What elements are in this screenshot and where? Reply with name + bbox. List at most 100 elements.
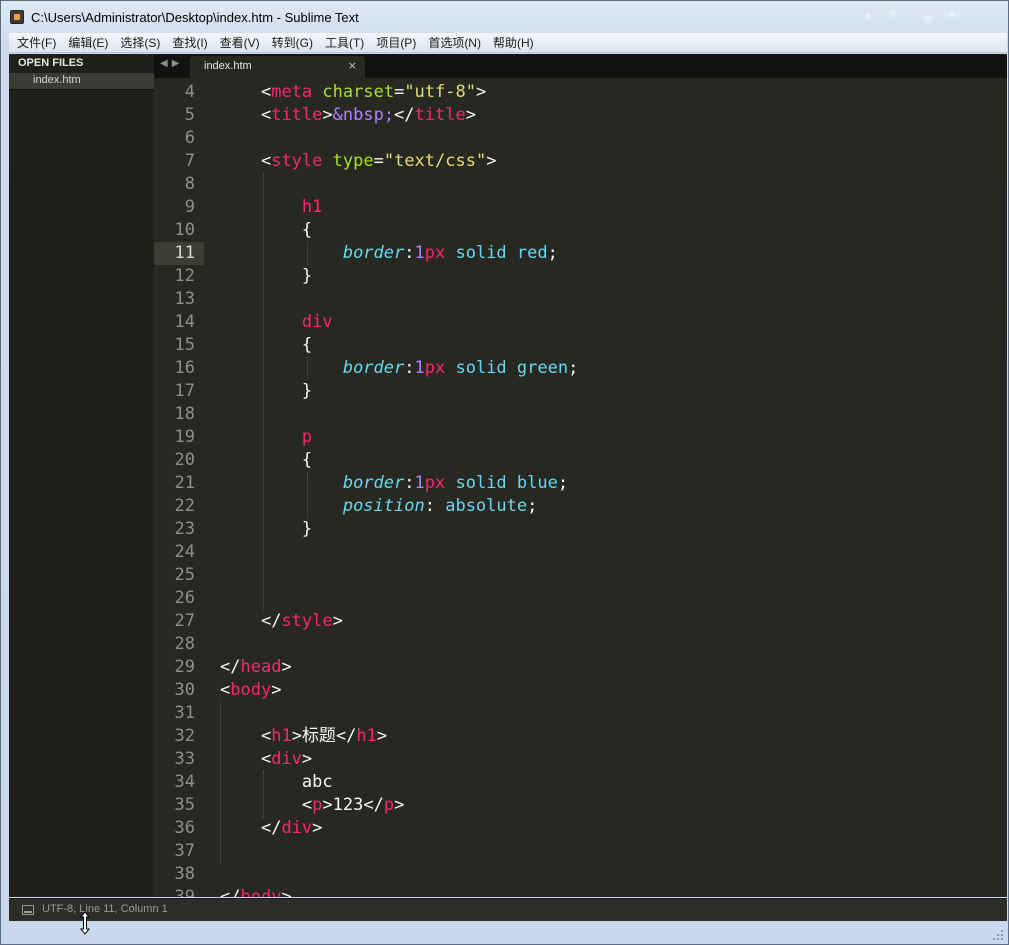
sidebar-header: OPEN FILES — [18, 57, 84, 69]
code-token: { — [301, 220, 313, 240]
code-token: h1 — [356, 726, 377, 746]
indent-guide — [263, 771, 265, 817]
menu-item[interactable]: 项目(P) — [370, 33, 422, 53]
code-token: } — [301, 266, 313, 286]
code-token: position — [342, 496, 425, 516]
code-token: meta — [271, 82, 313, 102]
line-number: 36 — [174, 818, 195, 838]
code-token: < — [260, 726, 272, 746]
tab-close-icon[interactable]: × — [348, 59, 357, 72]
code-view[interactable]: <meta charset="utf-8"> <title>&nbsp;</ti… — [212, 78, 1007, 897]
line-number: 24 — [174, 542, 195, 562]
menu-item[interactable]: 编辑(E) — [62, 33, 114, 53]
line-number: 6 — [184, 128, 195, 148]
code-line: <meta charset="utf-8"> — [220, 81, 486, 104]
title-bar[interactable]: C:\Users\Administrator\Desktop\index.htm… — [1, 1, 1008, 33]
code-line: <body> — [220, 679, 281, 702]
line-number: 18 — [174, 404, 195, 424]
line-number: 25 — [174, 565, 195, 585]
code-token: "utf-8" — [404, 82, 476, 102]
code-token: </ — [335, 726, 357, 746]
code-token: > — [281, 657, 292, 677]
code-token: title — [414, 105, 466, 125]
menu-item[interactable]: 帮助(H) — [487, 33, 540, 53]
menu-item[interactable]: 选择(S) — [114, 33, 166, 53]
code-token: h1 — [301, 197, 323, 217]
code-line: } — [220, 518, 312, 541]
code-line: h1 — [220, 196, 322, 219]
code-token: </ — [220, 657, 241, 677]
status-bar: UTF-8, Line 11, Column 1 — [9, 898, 1007, 921]
code-line: border:1px solid green; — [220, 357, 579, 380]
menu-item[interactable]: 工具(T) — [319, 33, 370, 53]
code-token: </ — [394, 105, 415, 125]
code-token: < — [260, 151, 272, 171]
code-token: > — [332, 611, 343, 631]
line-number: 27 — [174, 611, 195, 631]
code-line: { — [220, 334, 312, 357]
code-token: > — [322, 795, 333, 815]
tab-next-icon[interactable]: ▶ — [172, 58, 184, 69]
code-token: < — [220, 680, 231, 700]
line-number: 12 — [174, 266, 195, 286]
menu-item[interactable]: 查找(I) — [166, 33, 213, 53]
code-token: > — [465, 105, 476, 125]
line-number: 29 — [174, 657, 195, 677]
code-token: div — [281, 818, 313, 838]
code-token: : — [404, 473, 415, 493]
code-token: style — [281, 611, 333, 631]
sidebar-item-index-htm[interactable]: index.htm — [9, 73, 154, 90]
menu-item[interactable]: 转到(G) — [266, 33, 319, 53]
line-number: 7 — [184, 151, 195, 171]
code-token: p — [383, 795, 395, 815]
code-token: div — [271, 749, 302, 769]
code-token: solid — [455, 243, 507, 263]
window-resize-grip-icon[interactable] — [992, 929, 1004, 941]
code-token: > — [486, 151, 497, 171]
code-token: 1 — [414, 243, 425, 263]
menu-item[interactable]: 查看(V) — [214, 33, 266, 53]
menu-item[interactable]: 首选项(N) — [422, 33, 487, 53]
console-toggle-icon[interactable] — [22, 905, 34, 915]
line-number: 21 — [174, 473, 195, 493]
code-token: = — [373, 151, 384, 171]
code-token: ; — [557, 473, 569, 493]
code-line: <title>&nbsp;</title> — [220, 104, 476, 127]
code-token: px — [424, 243, 446, 263]
code-line: } — [220, 265, 312, 288]
menu-item[interactable]: 文件(F) — [11, 33, 62, 53]
line-number: 13 — [174, 289, 195, 309]
code-token: border — [342, 358, 405, 378]
tab-index-htm[interactable]: index.htm × — [190, 56, 365, 78]
code-line: <h1>标题</h1> — [220, 725, 387, 748]
code-line: position: absolute; — [220, 495, 538, 518]
code-token: } — [301, 519, 313, 539]
line-number: 39 — [174, 887, 195, 897]
code-line: </style> — [220, 610, 343, 633]
tab-bar: ◀▶ index.htm × — [154, 54, 1007, 78]
code-token: < — [260, 105, 272, 125]
tab-prev-icon[interactable]: ◀ — [160, 58, 172, 69]
line-number: 5 — [184, 105, 195, 125]
resize-cursor-icon — [79, 911, 91, 935]
line-number: 23 — [174, 519, 195, 539]
line-number: 38 — [174, 864, 195, 884]
line-number: 26 — [174, 588, 195, 608]
status-text: UTF-8, Line 11, Column 1 — [42, 903, 168, 915]
code-line: div — [220, 311, 333, 334]
